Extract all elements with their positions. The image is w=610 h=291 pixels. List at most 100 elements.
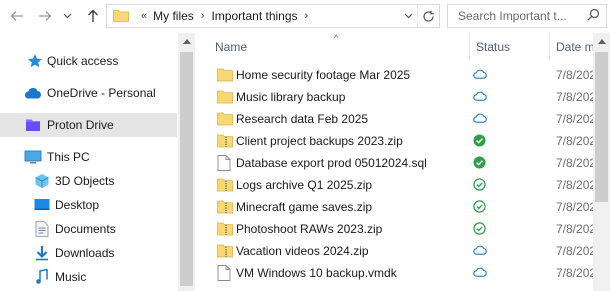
sidebar-item-music[interactable]: Music <box>0 265 177 289</box>
file-list-scrollbar[interactable] <box>593 33 610 291</box>
sidebar-item-label: This PC <box>47 150 90 164</box>
sidebar-item-label: Quick access <box>47 54 119 68</box>
address-dropdown-button[interactable] <box>399 5 417 27</box>
file-name: Minecraft game saves.zip <box>236 200 373 214</box>
file-row[interactable]: Database export prod 05012024.sql 7/8/202… <box>213 153 610 174</box>
file-row[interactable]: Client project backups 2023.zip 7/8/2025 … <box>213 131 610 152</box>
computer-icon <box>24 148 42 166</box>
search-input[interactable] <box>458 9 586 23</box>
zip-folder-icon <box>217 243 233 260</box>
arrow-left-icon <box>10 11 23 21</box>
navigation-pane: Quick access OneDrive - Personal Proton … <box>0 33 180 291</box>
cloud-status-icon <box>473 90 489 106</box>
file-row[interactable]: Vacation videos 2024.zip 7/8/2025 1 <box>213 241 610 262</box>
file-name: Music library backup <box>236 90 346 104</box>
download-icon <box>33 244 51 262</box>
file-icon <box>217 155 233 172</box>
column-divider[interactable] <box>469 33 470 59</box>
chevron-down-icon <box>404 13 412 19</box>
cloud-icon <box>24 84 42 102</box>
sidebar-item-label: Downloads <box>55 246 115 260</box>
column-header-row: ^ Name Status Date modi <box>195 33 610 59</box>
cloud-status-icon <box>473 266 489 282</box>
forward-button[interactable] <box>36 6 54 26</box>
cloud-status-icon <box>473 244 489 260</box>
file-row[interactable]: Music library backup 7/8/2025 1 <box>213 87 610 108</box>
sidebar-item-proton-drive[interactable]: Proton Drive <box>0 113 177 137</box>
scrollbar-thumb[interactable] <box>180 52 193 286</box>
document-icon <box>33 220 51 238</box>
sidebar-item-label: Desktop <box>55 198 100 212</box>
breadcrumb-my-files[interactable]: My files <box>153 9 194 23</box>
cube-icon <box>33 172 51 190</box>
synced-check-icon <box>473 200 489 216</box>
file-name: Vacation videos 2024.zip <box>236 244 369 258</box>
file-row[interactable]: Research data Feb 2025 7/8/2025 1 <box>213 109 610 130</box>
arrow-up-icon <box>88 9 98 22</box>
music-icon <box>33 268 51 286</box>
file-row[interactable]: Minecraft game saves.zip 7/8/2025 1 <box>213 197 610 218</box>
sidebar-scrollbar[interactable] <box>178 33 195 291</box>
available-offline-icon <box>473 156 489 172</box>
sidebar-item-desktop[interactable]: Desktop <box>0 193 177 217</box>
chevron-down-icon <box>63 13 71 19</box>
file-row[interactable]: Logs archive Q1 2025.zip 7/8/2025 1 <box>213 175 610 196</box>
proton-drive-icon <box>24 116 42 134</box>
file-row[interactable]: Photoshoot RAWs 2023.zip 7/8/2025 1 <box>213 219 610 240</box>
sidebar-item-quick-access[interactable]: Quick access <box>0 49 177 73</box>
search-icon[interactable] <box>587 8 600 24</box>
sidebar-item-documents[interactable]: Documents <box>0 217 177 241</box>
file-icon <box>217 265 233 282</box>
address-toolbar: « My files › Important things › <box>0 0 610 33</box>
sidebar-item-3d-objects[interactable]: 3D Objects <box>0 169 177 193</box>
sidebar-item-this-pc[interactable]: This PC <box>0 145 177 169</box>
sidebar-item-label: Proton Drive <box>47 118 114 132</box>
sidebar-item-label: OneDrive - Personal <box>47 86 156 100</box>
column-divider[interactable] <box>549 33 550 59</box>
breadcrumb-separator[interactable]: › <box>201 10 205 22</box>
breadcrumb-overflow[interactable]: « <box>141 10 147 22</box>
sidebar-item-onedrive[interactable]: OneDrive - Personal <box>0 81 177 105</box>
file-name: Database export prod 05012024.sql <box>236 156 427 170</box>
zip-folder-icon <box>217 133 233 150</box>
file-name: Research data Feb 2025 <box>236 112 369 126</box>
refresh-button[interactable] <box>417 5 439 27</box>
folder-icon <box>113 8 129 25</box>
synced-check-icon <box>473 178 489 194</box>
scroll-up-button[interactable] <box>593 33 610 50</box>
folder-icon <box>217 111 233 128</box>
scroll-up-button[interactable] <box>178 33 195 50</box>
arrow-right-icon <box>39 11 52 21</box>
star-icon <box>26 52 44 70</box>
zip-folder-icon <box>217 177 233 194</box>
column-header-status[interactable]: Status <box>476 40 510 54</box>
scrollbar-thumb[interactable] <box>595 52 608 202</box>
cloud-status-icon <box>473 112 489 128</box>
breadcrumb-important-things[interactable]: Important things <box>211 9 297 23</box>
synced-check-icon <box>473 222 489 238</box>
caret-up-icon <box>182 39 191 44</box>
folder-icon <box>217 89 233 106</box>
sidebar-item-label: 3D Objects <box>55 174 115 188</box>
search-box[interactable] <box>447 4 607 28</box>
file-list: ^ Name Status Date modi Home security fo… <box>195 33 610 291</box>
file-name: VM Windows 10 backup.vmdk <box>236 266 397 280</box>
sort-ascending-icon: ^ <box>334 33 339 43</box>
up-button[interactable] <box>84 6 102 26</box>
address-bar[interactable]: « My files › Important things › <box>106 4 440 28</box>
sidebar-item-downloads[interactable]: Downloads <box>0 241 177 265</box>
zip-folder-icon <box>217 221 233 238</box>
recent-locations-button[interactable] <box>60 6 74 26</box>
cloud-status-icon <box>473 68 489 84</box>
breadcrumb-separator[interactable]: › <box>305 10 309 22</box>
desktop-icon <box>33 196 51 214</box>
column-header-name[interactable]: Name <box>215 40 247 54</box>
zip-folder-icon <box>217 199 233 216</box>
file-name: Client project backups 2023.zip <box>236 134 403 148</box>
file-name: Logs archive Q1 2025.zip <box>236 178 373 192</box>
file-row[interactable]: Home security footage Mar 2025 7/8/2025 1 <box>213 65 610 86</box>
file-name: Home security footage Mar 2025 <box>236 68 411 82</box>
refresh-icon <box>423 10 434 22</box>
file-row[interactable]: VM Windows 10 backup.vmdk 7/8/2025 1 <box>213 263 610 284</box>
back-button[interactable] <box>8 6 26 26</box>
